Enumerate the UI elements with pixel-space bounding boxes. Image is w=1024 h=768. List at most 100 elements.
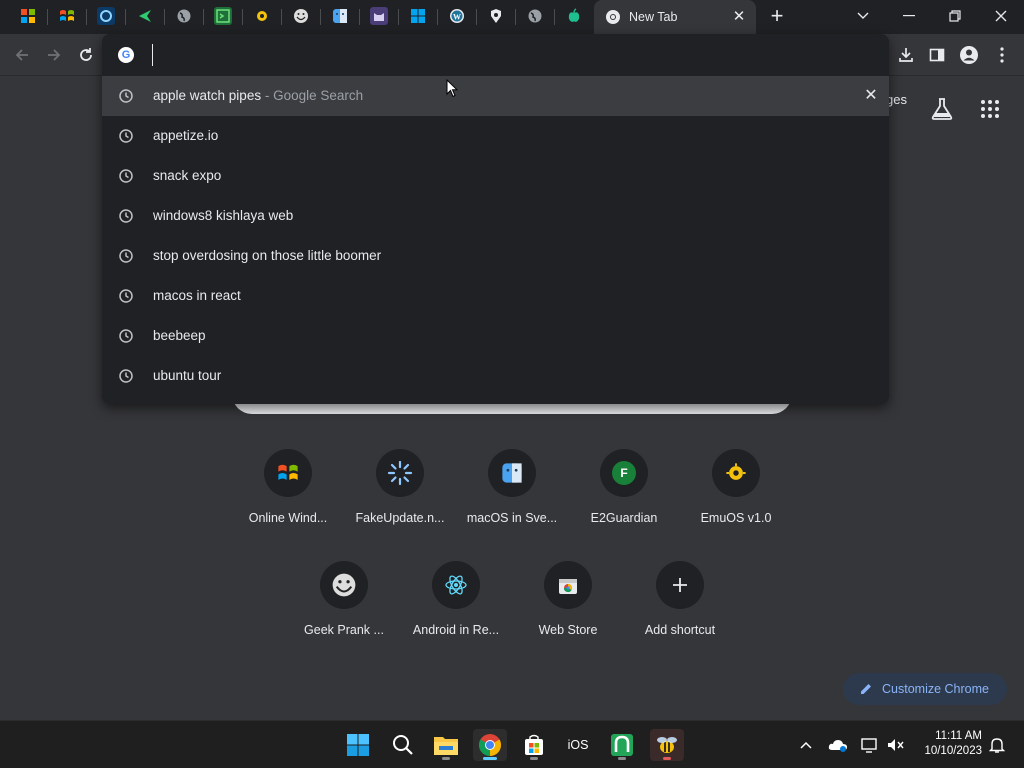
cat-icon[interactable] <box>370 7 388 25</box>
microsoft-store-icon[interactable] <box>517 729 551 761</box>
history-clock-icon <box>118 248 134 264</box>
forward-button[interactable] <box>41 42 67 68</box>
arrow-logo-icon[interactable] <box>136 7 154 25</box>
volume-muted-icon[interactable] <box>885 735 905 755</box>
google-g-icon: G <box>118 47 134 63</box>
globe-icon[interactable] <box>175 7 193 25</box>
suggestion-subtext: - Google Search <box>261 88 364 103</box>
shortcut-tile[interactable]: FakeUpdate.n... <box>344 449 456 549</box>
tab-separator <box>47 9 48 25</box>
tab-search-chevron-icon[interactable] <box>840 0 886 32</box>
green-terminal-icon[interactable] <box>214 7 232 25</box>
restore-button[interactable] <box>932 0 978 32</box>
add-shortcut-button[interactable]: Add shortcut <box>624 561 736 661</box>
customize-chrome-button[interactable]: Customize Chrome <box>843 673 1007 705</box>
suggestion-item[interactable]: appetize.io <box>102 116 889 156</box>
bee-app-icon[interactable] <box>650 729 684 761</box>
tab-separator <box>164 9 165 25</box>
shortcut-tile[interactable]: macOS in Sve... <box>456 449 568 549</box>
react-atom-icon <box>432 561 480 609</box>
profile-avatar-icon[interactable] <box>956 42 982 68</box>
suggestion-item[interactable]: apple watch pipes - Google Search ✕ <box>102 76 889 116</box>
tab-separator <box>398 9 399 25</box>
letter-f-icon: F <box>600 449 648 497</box>
windows-icon[interactable] <box>409 7 427 25</box>
tab-strip: W New Tab ✕ + <box>0 0 1024 34</box>
suggestion-text: windows8 kishlaya web <box>153 208 294 223</box>
side-panel-icon[interactable] <box>924 42 950 68</box>
wordpress-icon[interactable]: W <box>448 7 466 25</box>
suggestion-text: beebeep <box>153 328 206 343</box>
suggestion-item[interactable]: ubuntu tour <box>102 356 889 396</box>
tab-separator <box>281 9 282 25</box>
start-button[interactable] <box>341 729 375 761</box>
omnibox[interactable]: G <box>102 34 889 76</box>
tab-separator <box>554 9 555 25</box>
shortcut-tile[interactable]: Online Wind... <box>232 449 344 549</box>
suggestion-item[interactable]: stop overdosing on those little boomer <box>102 236 889 276</box>
shortcut-tile[interactable]: Web Store <box>512 561 624 661</box>
suggestion-item[interactable]: macos in react <box>102 276 889 316</box>
shortcut-label: Android in Re... <box>412 623 500 637</box>
chrome-taskbar-icon[interactable] <box>473 729 507 761</box>
display-monitor-icon[interactable] <box>860 735 880 755</box>
suggestion-text: ubuntu tour <box>153 368 222 383</box>
clock-time: 11:11 AM <box>935 730 982 742</box>
globe-icon[interactable] <box>526 7 544 25</box>
onedrive-cloud-icon[interactable] <box>828 735 848 755</box>
shortcut-label: Online Wind... <box>248 511 328 525</box>
windows-logo-icon[interactable] <box>19 7 37 25</box>
show-hidden-icons-chevron-icon[interactable] <box>796 735 816 755</box>
shortcut-label: EmuOS v1.0 <box>700 511 772 525</box>
address-bar-input[interactable] <box>152 44 852 66</box>
tab-separator <box>515 9 516 25</box>
tab-separator <box>320 9 321 25</box>
green-apple-icon[interactable] <box>565 7 583 25</box>
tab-separator <box>203 9 204 25</box>
notification-bell-icon[interactable] <box>987 735 1007 755</box>
shortcut-tile[interactable]: Geek Prank ... <box>288 561 400 661</box>
shortcut-tile[interactable]: F E2Guardian <box>568 449 680 549</box>
search-icon[interactable] <box>386 729 420 761</box>
tab-new-tab[interactable]: New Tab ✕ <box>594 0 756 34</box>
file-explorer-icon[interactable] <box>429 729 463 761</box>
loading-spinner-icon <box>376 449 424 497</box>
pencil-icon <box>859 682 873 696</box>
suggestion-item[interactable]: beebeep <box>102 316 889 356</box>
tab-separator <box>242 9 243 25</box>
yellow-bug-icon[interactable] <box>253 7 271 25</box>
download-icon[interactable] <box>893 42 919 68</box>
tab-separator <box>437 9 438 25</box>
tab-close-icon[interactable]: ✕ <box>730 8 748 26</box>
suggestion-item[interactable]: windows8 kishlaya web <box>102 196 889 236</box>
history-clock-icon <box>118 88 134 104</box>
new-tab-button[interactable]: + <box>766 5 788 28</box>
green-arch-app-icon[interactable] <box>605 729 639 761</box>
windows-xp-logo-icon <box>264 449 312 497</box>
finder-icon[interactable] <box>331 7 349 25</box>
close-window-button[interactable] <box>978 0 1024 32</box>
minimize-button[interactable] <box>886 0 932 32</box>
troll-face-icon[interactable] <box>292 7 310 25</box>
labs-flask-icon[interactable] <box>930 97 954 121</box>
shortcut-tile[interactable]: EmuOS v1.0 <box>680 449 792 549</box>
back-button[interactable] <box>9 42 35 68</box>
ios-app-button[interactable]: iOS <box>561 729 595 761</box>
clock-date: 10/10/2023 <box>924 745 982 757</box>
suggestion-item[interactable]: snack expo <box>102 156 889 196</box>
web-store-icon <box>544 561 592 609</box>
history-clock-icon <box>118 368 134 384</box>
circle-logo-icon[interactable] <box>97 7 115 25</box>
reload-button[interactable] <box>73 42 99 68</box>
google-apps-grid-icon[interactable] <box>980 99 1000 119</box>
windows-xp-logo-icon[interactable] <box>58 7 76 25</box>
kebab-menu-icon[interactable] <box>989 42 1015 68</box>
system-clock[interactable]: 11:11 AM 10/10/2023 <box>916 729 982 759</box>
images-link[interactable]: ges <box>886 92 907 107</box>
shortcut-tile[interactable]: Android in Re... <box>400 561 512 661</box>
gear-logo-icon[interactable] <box>487 7 505 25</box>
remove-suggestion-close-icon[interactable]: ✕ <box>862 87 880 105</box>
windows-taskbar: iOS 11:11 AM 10/10/2023 <box>0 720 1024 768</box>
suggestion-text: snack expo <box>153 168 222 183</box>
tab-title: New Tab <box>629 10 678 24</box>
